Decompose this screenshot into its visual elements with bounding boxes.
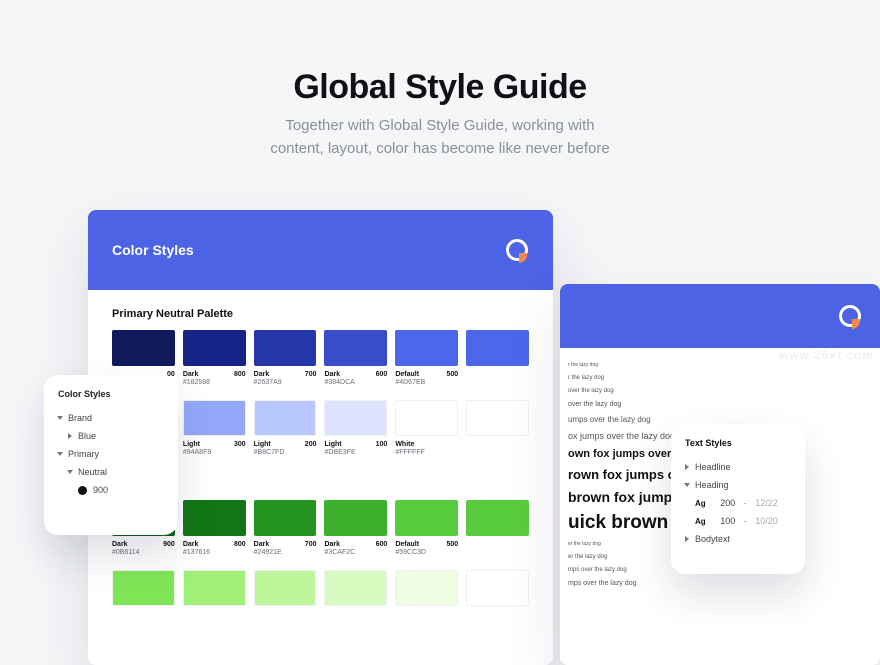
page-title: Global Style Guide [0, 68, 880, 107]
color-swatch[interactable]: Dark700#24921E [254, 500, 317, 556]
chevron-right-icon [685, 536, 689, 542]
page-subtitle: Together with Global Style Guide, workin… [0, 114, 880, 161]
popover-title: Text Styles [685, 438, 791, 448]
watermark: www.25xt.com [779, 348, 874, 362]
tree-item-brand[interactable]: Brand [58, 409, 164, 427]
chevron-down-icon [67, 470, 73, 474]
tree-item-heading[interactable]: Heading [685, 476, 791, 494]
type-sample: over the lazy dog [568, 401, 880, 408]
text-styles-popover: Text Styles Headline Heading Ag 200 · 12… [671, 424, 805, 574]
tree-item-blue[interactable]: Blue [58, 427, 164, 445]
type-sample: mps over the lazy dog [568, 580, 880, 587]
color-swatch[interactable]: Default500#4D67EB [395, 330, 458, 386]
color-swatch[interactable]: Light300#94A8F9 [183, 400, 246, 456]
color-swatch[interactable] [466, 500, 529, 556]
chevron-right-icon [685, 464, 689, 470]
tree-item-primary[interactable]: Primary [58, 445, 164, 463]
card-header-secondary [560, 284, 880, 348]
chevron-right-icon [68, 433, 72, 439]
type-sample: r the lazy dog [568, 375, 880, 381]
type-sample: r the lazy dog [568, 362, 880, 368]
popover-title: Color Styles [58, 389, 164, 399]
color-swatch[interactable] [395, 570, 458, 606]
card-title: Color Styles [112, 242, 194, 258]
color-swatch[interactable] [466, 330, 529, 386]
color-swatch[interactable] [112, 570, 175, 606]
tree-item-ag-100[interactable]: Ag 100 · 10/20 [685, 512, 791, 530]
type-sample: over the lazy dog [568, 388, 880, 394]
color-swatch[interactable] [183, 570, 246, 606]
color-swatch[interactable] [324, 570, 387, 606]
tree-item-neutral[interactable]: Neutral [58, 463, 164, 481]
tree-item-ag-200[interactable]: Ag 200 · 12/22 [685, 494, 791, 512]
color-swatch[interactable]: Light100#DBE3FE [324, 400, 387, 456]
color-swatch[interactable]: Dark800#182588 [183, 330, 246, 386]
color-styles-popover: Color Styles Brand Blue Primary Neutral … [44, 375, 178, 535]
color-swatch[interactable]: White#FFFFFF [395, 400, 458, 456]
brand-logo-icon [838, 304, 862, 328]
chevron-down-icon [57, 416, 63, 420]
brand-logo-icon [505, 238, 529, 262]
chevron-down-icon [684, 483, 690, 487]
color-swatch[interactable] [466, 570, 529, 606]
chevron-down-icon [57, 452, 63, 456]
card-header: Color Styles [88, 210, 553, 290]
color-swatch[interactable]: Dark600#384DCA [324, 330, 387, 386]
tree-item-bodytext[interactable]: Bodytext [685, 530, 791, 548]
success-swatch-row-2 [88, 562, 553, 606]
tree-item-900[interactable]: 900 [58, 481, 164, 499]
color-swatch[interactable]: Light200#B8C7FD [254, 400, 317, 456]
color-swatch[interactable]: Default500#59CC3D [395, 500, 458, 556]
color-swatch[interactable]: Dark700#2637A9 [254, 330, 317, 386]
color-swatch[interactable] [254, 570, 317, 606]
type-sample: umps over the lazy dog [568, 415, 880, 424]
swatch-dot-icon [78, 486, 87, 495]
section-primary-title: Primary Neutral Palette [88, 290, 553, 330]
color-swatch[interactable]: Dark800#137616 [183, 500, 246, 556]
tree-item-headline[interactable]: Headline [685, 458, 791, 476]
color-swatch[interactable] [466, 400, 529, 456]
color-swatch[interactable]: Dark600#3CAF2C [324, 500, 387, 556]
